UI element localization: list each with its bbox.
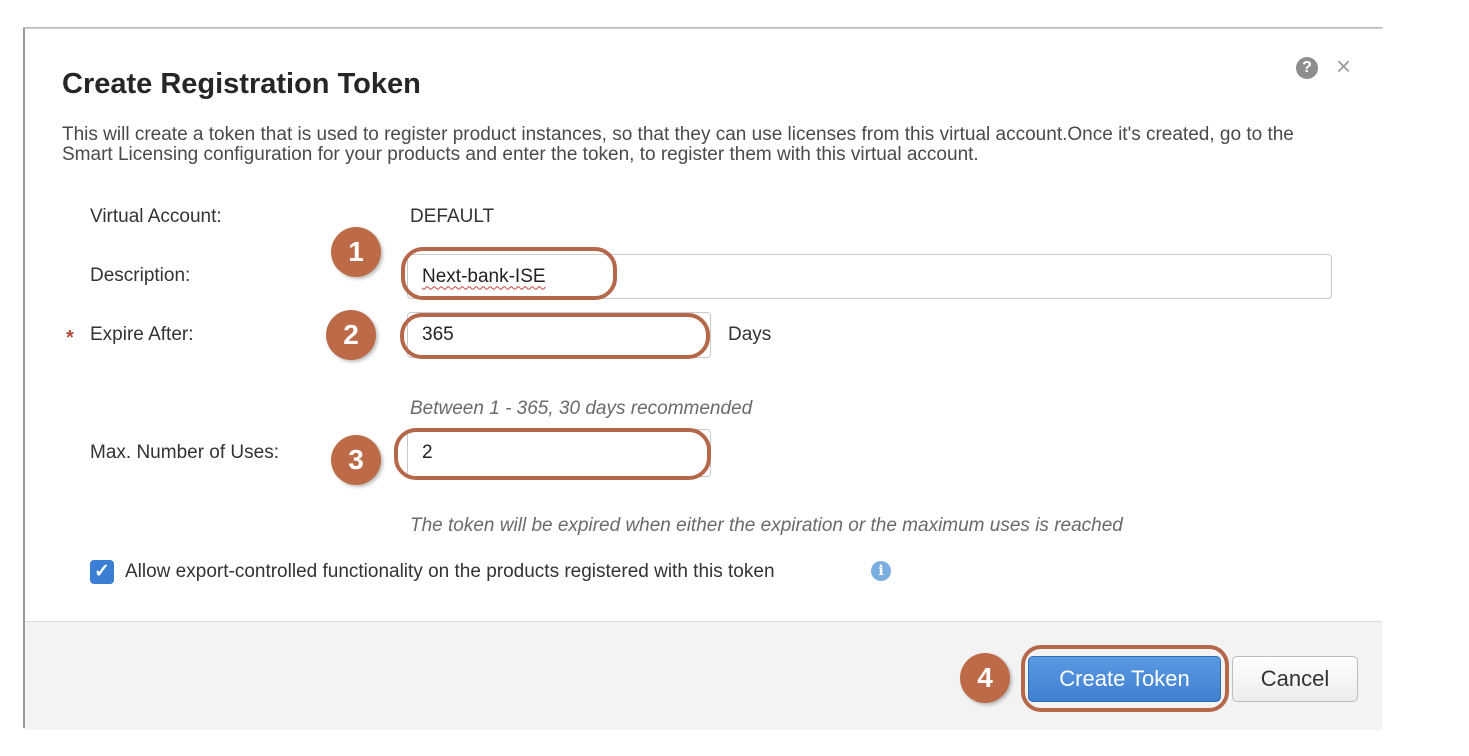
max-uses-label: Max. Number of Uses:: [90, 442, 279, 463]
expire-after-value: 365: [422, 324, 454, 345]
max-uses-hint: The token will be expired when either th…: [410, 515, 1123, 536]
annotation-badge: 2: [326, 310, 376, 360]
close-icon[interactable]: ×: [1336, 53, 1351, 79]
export-label[interactable]: Allow export-controlled functionality on…: [125, 561, 775, 583]
description-label: Description:: [90, 265, 191, 286]
max-uses-input[interactable]: 2: [407, 429, 711, 477]
dialog-title: Create Registration Token: [62, 68, 421, 100]
max-uses-value: 2: [422, 442, 433, 463]
expire-unit-label: Days: [728, 324, 772, 345]
description-input[interactable]: Next-bank-ISE: [407, 254, 1332, 299]
expire-after-label: Expire After:: [90, 324, 194, 345]
virtual-account-value: DEFAULT: [410, 206, 495, 227]
help-icon[interactable]: ?: [1296, 57, 1318, 79]
expire-hint: Between 1 - 365, 30 days recommended: [410, 398, 753, 419]
virtual-account-label: Virtual Account:: [90, 206, 222, 227]
expire-after-input[interactable]: 365: [407, 312, 711, 358]
description-input-value: Next-bank-ISE: [422, 265, 546, 287]
annotation-badge: 1: [331, 227, 381, 277]
create-token-dialog: Create Registration Token ? × This will …: [25, 28, 1382, 730]
annotation-badge: 3: [331, 435, 381, 485]
cancel-button[interactable]: Cancel: [1232, 656, 1358, 702]
required-marker: *: [66, 327, 74, 349]
export-checkbox[interactable]: ✓: [90, 560, 114, 584]
info-icon[interactable]: i: [871, 561, 891, 581]
create-token-button[interactable]: Create Token: [1028, 656, 1221, 702]
annotation-badge: 4: [960, 653, 1010, 703]
dialog-description: This will create a token that is used to…: [62, 124, 1294, 165]
